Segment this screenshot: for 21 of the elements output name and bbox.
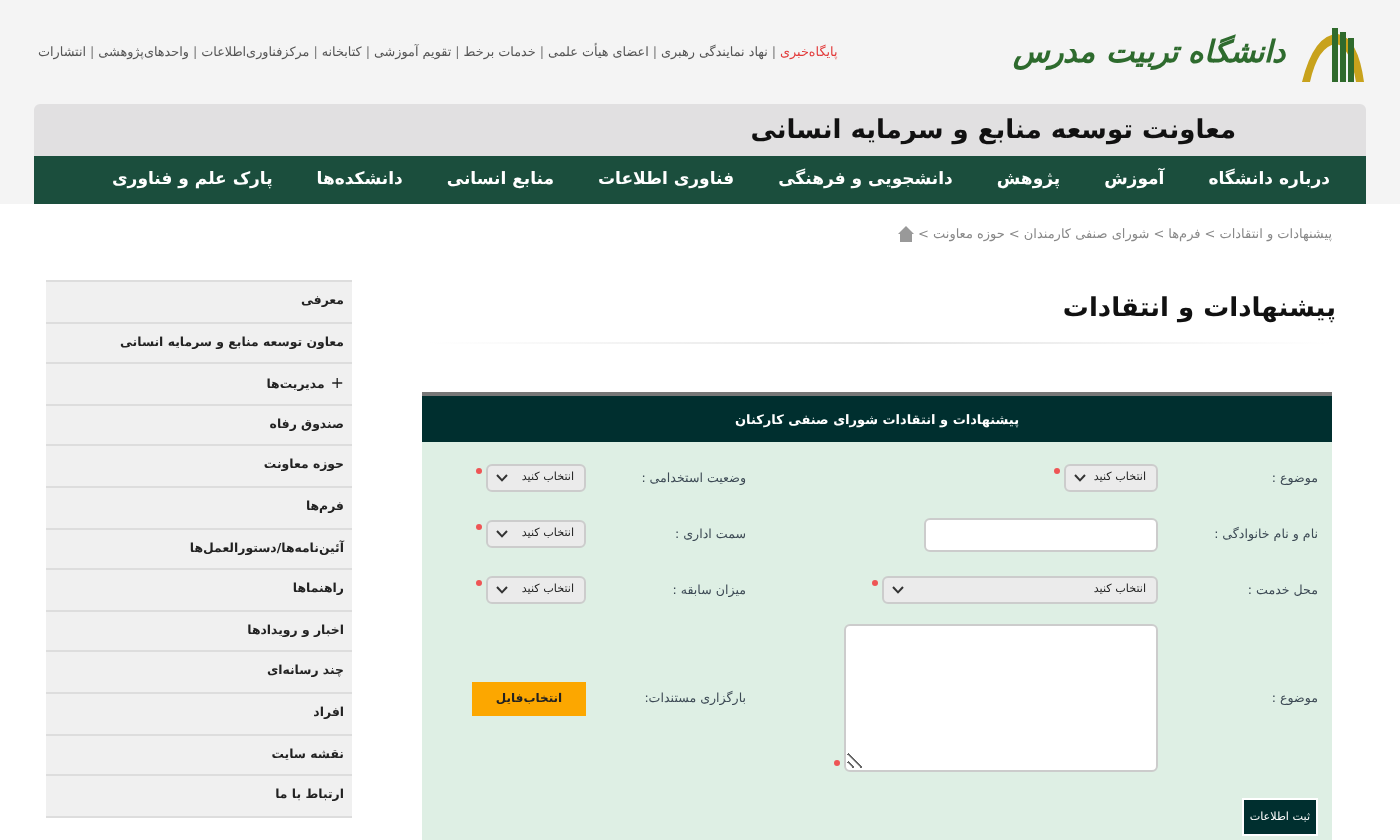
nav-link[interactable]: فناوری اطلاعات — [598, 170, 735, 190]
caret-icon — [496, 586, 508, 594]
nav-link[interactable]: پژوهش — [996, 170, 1061, 190]
text-input-field[interactable] — [924, 517, 1158, 551]
text-area-field[interactable] — [843, 624, 1158, 772]
site-title: معاونت توسعه منابع و سرمایه انسانی — [750, 115, 1236, 145]
caret-icon — [496, 474, 508, 482]
nav-link[interactable]: آموزش — [1104, 170, 1165, 190]
caret-icon — [892, 586, 904, 594]
nav-link[interactable]: دانشجویی و فرهنگی — [778, 170, 953, 190]
expand-toggle[interactable]: + — [330, 374, 344, 393]
university-logo-text: دانشگاه تربیت مدرس — [1013, 34, 1286, 70]
home-icon[interactable] — [898, 226, 915, 242]
nav-link[interactable]: پارک علم و فناوری — [112, 170, 273, 190]
page-title: پیشنهادات و انتقادات — [1060, 294, 1336, 324]
nav-link[interactable]: دانشکده‌ها — [316, 170, 403, 190]
caret-icon — [1074, 474, 1086, 482]
nav-link[interactable]: منابع انسانی — [446, 170, 554, 190]
nav-link[interactable]: درباره دانشگاه — [1208, 170, 1330, 190]
caret-icon — [496, 530, 508, 538]
university-emblem-icon — [1298, 22, 1366, 82]
